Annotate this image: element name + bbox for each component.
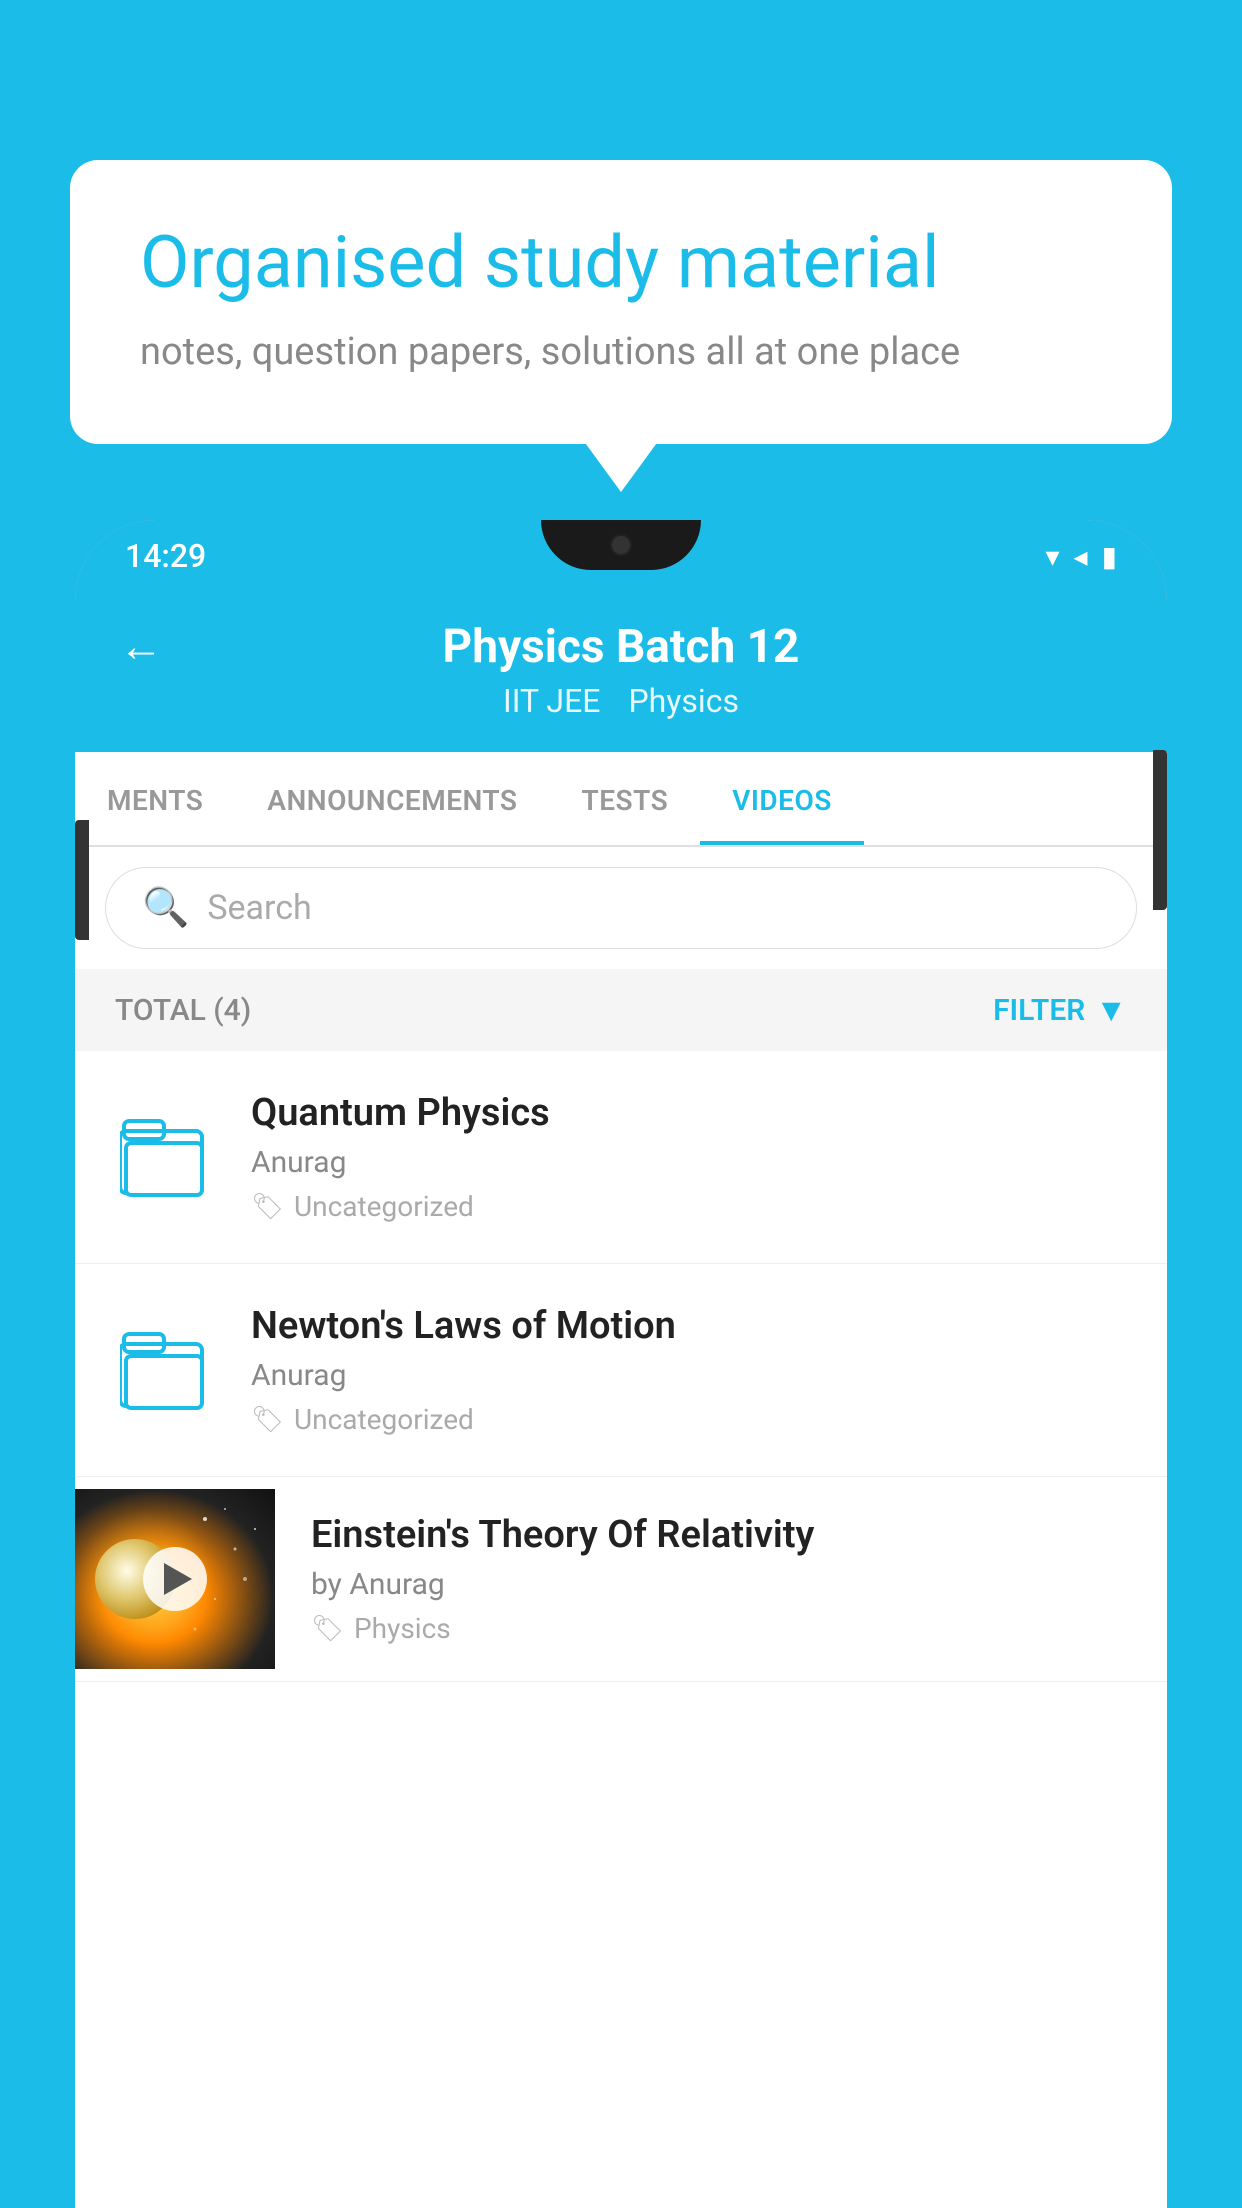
phone-power-button <box>1153 750 1167 910</box>
phone-volume-buttons <box>75 820 89 940</box>
video-title: Quantum Physics <box>251 1091 1127 1135</box>
tag-icon: 🏷 <box>251 1405 284 1435</box>
notch-camera <box>610 534 632 556</box>
folder-icon <box>120 1117 210 1197</box>
tag-icon: 🏷 <box>251 1192 284 1222</box>
total-count: TOTAL (4) <box>115 993 251 1028</box>
list-item[interactable]: Quantum Physics Anurag 🏷 Uncategorized <box>75 1051 1167 1264</box>
status-icons: ▾ ◂ ▮ <box>1045 540 1117 573</box>
notch <box>541 520 701 570</box>
tab-ments[interactable]: MENTS <box>75 752 235 845</box>
status-time: 14:29 <box>125 537 206 575</box>
video-info: Einstein's Theory Of Relativity by Anura… <box>311 1477 1167 1681</box>
folder-icon <box>120 1330 210 1410</box>
status-bar: 14:29 ▾ ◂ ▮ <box>75 520 1167 592</box>
video-title: Newton's Laws of Motion <box>251 1304 1127 1348</box>
tab-announcements[interactable]: ANNOUNCEMENTS <box>235 752 549 845</box>
tag-label: Physics <box>354 1612 451 1645</box>
filter-icon: ▼ <box>1095 991 1127 1029</box>
speech-bubble-container: Organised study material notes, question… <box>70 160 1172 444</box>
phone-inner: 14:29 ▾ ◂ ▮ ← Physics Batch 12 IIT JEE P… <box>75 520 1167 2208</box>
video-tag: 🏷 Uncategorized <box>251 1403 1127 1436</box>
filter-label: FILTER <box>993 993 1085 1028</box>
video-tag: 🏷 Uncategorized <box>251 1190 1127 1223</box>
header-title: Physics Batch 12 <box>443 620 800 674</box>
video-tag: 🏷 Physics <box>311 1612 1131 1645</box>
tag-icon: 🏷 <box>311 1614 344 1644</box>
search-icon: 🔍 <box>142 886 189 930</box>
phone-frame: 14:29 ▾ ◂ ▮ ← Physics Batch 12 IIT JEE P… <box>75 520 1167 2208</box>
video-info: Newton's Laws of Motion Anurag 🏷 Uncateg… <box>251 1304 1127 1436</box>
video-author: Anurag <box>251 1145 1127 1180</box>
header-tag-physics: Physics <box>628 682 739 720</box>
play-icon <box>164 1563 192 1595</box>
tag-label: Uncategorized <box>294 1190 474 1223</box>
search-input[interactable]: Search <box>207 888 311 928</box>
app-header: ← Physics Batch 12 IIT JEE Physics <box>75 592 1167 752</box>
signal-icon: ◂ <box>1074 540 1088 573</box>
folder-icon-container <box>115 1102 215 1212</box>
list-item[interactable]: Newton's Laws of Motion Anurag 🏷 Uncateg… <box>75 1264 1167 1477</box>
speech-bubble: Organised study material notes, question… <box>70 160 1172 444</box>
video-author: by Anurag <box>311 1567 1131 1602</box>
bubble-subtitle: notes, question papers, solutions all at… <box>140 330 1102 374</box>
filter-bar: TOTAL (4) FILTER ▼ <box>75 969 1167 1051</box>
tabs-bar: MENTS ANNOUNCEMENTS TESTS VIDEOS <box>75 752 1167 847</box>
video-title: Einstein's Theory Of Relativity <box>311 1513 1131 1557</box>
video-author: Anurag <box>251 1358 1127 1393</box>
back-button[interactable]: ← <box>119 620 163 672</box>
play-button[interactable] <box>143 1547 207 1611</box>
tab-videos[interactable]: VIDEOS <box>700 752 864 845</box>
folder-icon-container <box>115 1315 215 1425</box>
header-tag-iitjee: IIT JEE <box>503 682 600 720</box>
header-tags: IIT JEE Physics <box>503 682 739 720</box>
search-bar[interactable]: 🔍 Search <box>105 867 1137 949</box>
tag-label: Uncategorized <box>294 1403 474 1436</box>
list-item[interactable]: Einstein's Theory Of Relativity by Anura… <box>75 1477 1167 1682</box>
wifi-icon: ▾ <box>1045 540 1059 573</box>
video-info: Quantum Physics Anurag 🏷 Uncategorized <box>251 1091 1127 1223</box>
content-area: Quantum Physics Anurag 🏷 Uncategorized <box>75 1051 1167 1682</box>
tab-tests[interactable]: TESTS <box>550 752 701 845</box>
search-bar-container: 🔍 Search <box>75 847 1167 969</box>
battery-icon: ▮ <box>1102 540 1117 573</box>
bubble-title: Organised study material <box>140 220 1102 306</box>
filter-button[interactable]: FILTER ▼ <box>993 991 1127 1029</box>
video-thumbnail <box>75 1489 275 1669</box>
